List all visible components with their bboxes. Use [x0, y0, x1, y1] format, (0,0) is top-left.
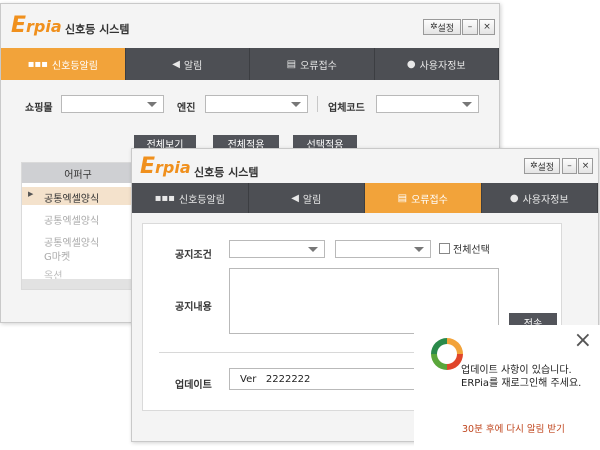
settings-button[interactable]: ✲ 설정: [423, 19, 461, 35]
gear-icon: ✲: [429, 22, 438, 32]
app-title: 신호등 시스템: [65, 23, 130, 36]
vendor-code-label: 업체코드: [328, 103, 365, 114]
condition-select-1[interactable]: [229, 240, 325, 258]
erpia-logo: Erpia: [11, 13, 62, 38]
update-notification: × 업데이트 사항이 있습니다. ERPia를 재로그인해 주세요. 30분 후…: [414, 325, 600, 450]
notification-close-icon[interactable]: ×: [574, 330, 592, 352]
list-item[interactable]: G마켓: [44, 248, 70, 263]
back-title-bar: Erpia 신호등 시스템 ✲ 설정 – ×: [1, 4, 499, 44]
tab-error-report[interactable]: ▤ 오류접수: [365, 183, 482, 213]
list-scrollbar[interactable]: [22, 279, 134, 289]
tab-bar: ▪▪▪ 신호등알림 ◀ 알림 ▤ 오류접수 ● 사용자정보: [1, 48, 499, 80]
condition-select-2[interactable]: [335, 240, 431, 258]
list-item[interactable]: 공통엑셀양식: [44, 234, 99, 249]
close-button[interactable]: ×: [578, 158, 593, 174]
content-label: 공지내용: [175, 302, 212, 313]
list-icon: ▤: [397, 192, 408, 204]
traffic-light-icon: ▪▪▪: [27, 58, 48, 70]
select-all-checkbox[interactable]: [439, 243, 450, 254]
tab-user-info[interactable]: ● 사용자정보: [375, 48, 499, 80]
megaphone-icon: ◀: [291, 192, 299, 204]
chevron-down-icon: [308, 247, 318, 252]
tab-traffic-light[interactable]: ▪▪▪ 신호등알림: [132, 183, 249, 213]
user-icon: ●: [406, 58, 416, 70]
close-button[interactable]: ×: [479, 19, 495, 35]
chevron-down-icon: [291, 102, 301, 107]
mall-label: 쇼핑몰: [25, 103, 53, 114]
settings-button[interactable]: ✲ 설정: [524, 158, 560, 174]
mall-list: 어퍼구 ▶ 공통엑셀양식 공통엑셀양식 공통엑셀양식 G마켓 옥션: [21, 162, 135, 290]
tab-user-info[interactable]: ● 사용자정보: [482, 183, 598, 213]
tab-bar: ▪▪▪ 신호등알림 ◀ 알림 ▤ 오류접수 ● 사용자정보: [132, 183, 598, 213]
tab-notice[interactable]: ◀ 알림: [249, 183, 365, 213]
engine-select[interactable]: [205, 95, 308, 113]
minimize-button[interactable]: –: [562, 158, 577, 174]
chevron-down-icon: [462, 102, 472, 107]
tab-notice[interactable]: ◀ 알림: [126, 48, 250, 80]
select-all-label: 전체선택: [453, 245, 490, 256]
notification-line-2: ERPia를 재로그인해 주세요.: [461, 378, 582, 389]
list-icon: ▤: [286, 58, 297, 70]
engine-label: 엔진: [177, 103, 196, 114]
minimize-button[interactable]: –: [462, 19, 478, 35]
condition-label: 공지조건: [175, 250, 212, 261]
erpia-logo: Erpia: [140, 154, 191, 179]
version-field: Ver 2222222: [229, 368, 419, 390]
app-title: 신호등 시스템: [194, 166, 259, 179]
tab-traffic-light[interactable]: ▪▪▪ 신호등알림: [1, 48, 126, 80]
tab-error-report[interactable]: ▤ 오류접수: [250, 48, 375, 80]
mall-select[interactable]: [61, 95, 164, 113]
chevron-down-icon: [414, 247, 424, 252]
gear-icon: ✲: [529, 161, 538, 171]
traffic-light-icon: ▪▪▪: [154, 192, 175, 204]
megaphone-icon: ◀: [172, 58, 180, 70]
user-icon: ●: [509, 192, 519, 204]
caret-right-icon: ▶: [28, 190, 34, 198]
update-label: 업데이트: [175, 380, 212, 391]
chevron-down-icon: [147, 102, 157, 107]
divider: [317, 96, 318, 112]
list-header: 어퍼구: [22, 163, 134, 183]
vendor-code-select[interactable]: [376, 95, 479, 113]
list-item[interactable]: 공통엑셀양식: [44, 212, 99, 227]
list-item-selected[interactable]: ▶ 공통엑셀양식: [22, 187, 134, 205]
remind-later-link[interactable]: 30분 후에 다시 알림 받기: [462, 421, 565, 435]
